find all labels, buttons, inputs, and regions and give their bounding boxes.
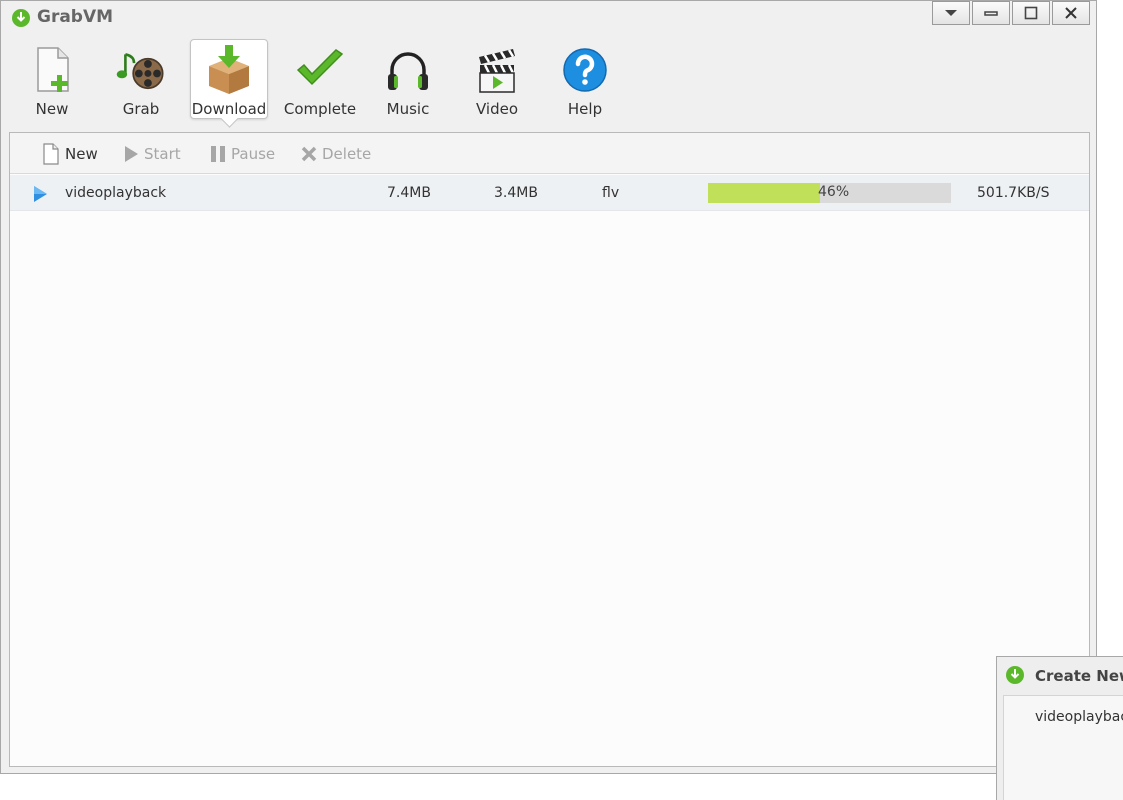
pause-label: Pause: [231, 145, 276, 163]
download-format: flv: [602, 185, 620, 201]
complete-button-label: Complete: [283, 100, 357, 118]
start-label: Start: [144, 145, 181, 163]
main-window: GrabVM New Grab Download Complete Music …: [0, 0, 1097, 774]
video-button[interactable]: Video: [458, 39, 536, 119]
music-button[interactable]: Music: [369, 39, 447, 119]
pause-button[interactable]: Pause: [210, 144, 275, 164]
downloads-panel: New Start Pause Delete videoplayback 7.4…: [9, 132, 1090, 767]
download-progress-bar: 46%: [708, 183, 951, 203]
new-file-icon: [37, 47, 69, 92]
download-actions-toolbar: New Start Pause Delete: [10, 133, 1089, 174]
minimize-button[interactable]: [972, 1, 1010, 25]
maximize-icon: [1024, 6, 1038, 20]
help-button[interactable]: Help: [546, 39, 624, 119]
progress-fill: [708, 183, 820, 203]
create-new-dialog: Create New videoplaybac: [996, 656, 1123, 800]
play-icon: [125, 146, 138, 162]
new-button[interactable]: New: [13, 39, 91, 119]
close-icon: [1065, 7, 1077, 19]
sub-new-label: New: [65, 145, 98, 163]
main-toolbar: New Grab Download Complete Music Video H…: [9, 37, 1089, 127]
app-title: GrabVM: [37, 7, 114, 27]
download-total-size: 7.4MB: [387, 185, 431, 201]
dialog-filename: videoplaybac: [1035, 709, 1123, 725]
download-box-icon: [209, 45, 249, 94]
download-button[interactable]: Download: [190, 39, 268, 119]
dialog-title: Create New: [1035, 667, 1123, 685]
clapperboard-icon: [479, 49, 515, 93]
start-button[interactable]: Start: [123, 144, 181, 164]
delete-button[interactable]: Delete: [301, 144, 371, 164]
app-logo-icon: [1006, 666, 1024, 684]
new-button-label: New: [35, 100, 69, 118]
menu-dropdown-button[interactable]: [932, 1, 970, 25]
progress-percent: 46%: [818, 184, 850, 200]
play-status-icon: [34, 186, 47, 202]
complete-button[interactable]: Complete: [281, 39, 359, 119]
delete-label: Delete: [322, 145, 372, 163]
delete-x-icon: [301, 146, 317, 162]
video-button-label: Video: [475, 100, 519, 118]
minimize-icon: [984, 11, 998, 16]
download-button-label: Download: [191, 100, 267, 118]
help-button-label: Help: [567, 100, 603, 118]
grab-button-label: Grab: [122, 100, 160, 118]
new-file-icon: [43, 143, 59, 165]
app-logo-icon: [12, 9, 30, 27]
download-filename: videoplayback: [65, 185, 167, 201]
help-icon: [563, 48, 607, 92]
headphones-icon: [388, 52, 428, 90]
grab-button[interactable]: Grab: [102, 39, 180, 119]
music-button-label: Music: [386, 100, 430, 118]
close-button[interactable]: [1052, 1, 1090, 25]
pause-icon: [211, 146, 225, 162]
chevron-down-icon: [945, 10, 957, 16]
download-downloaded-size: 3.4MB: [494, 185, 538, 201]
download-speed: 501.7KB/S: [977, 185, 1050, 201]
maximize-button[interactable]: [1012, 1, 1050, 25]
grab-film-reel-icon: [116, 53, 164, 90]
download-row[interactable]: videoplayback 7.4MB 3.4MB flv 46% 501.7K…: [10, 175, 1089, 211]
sub-new-button[interactable]: New: [42, 143, 98, 165]
title-bar: GrabVM: [1, 1, 1096, 33]
checkmark-icon: [296, 49, 344, 86]
